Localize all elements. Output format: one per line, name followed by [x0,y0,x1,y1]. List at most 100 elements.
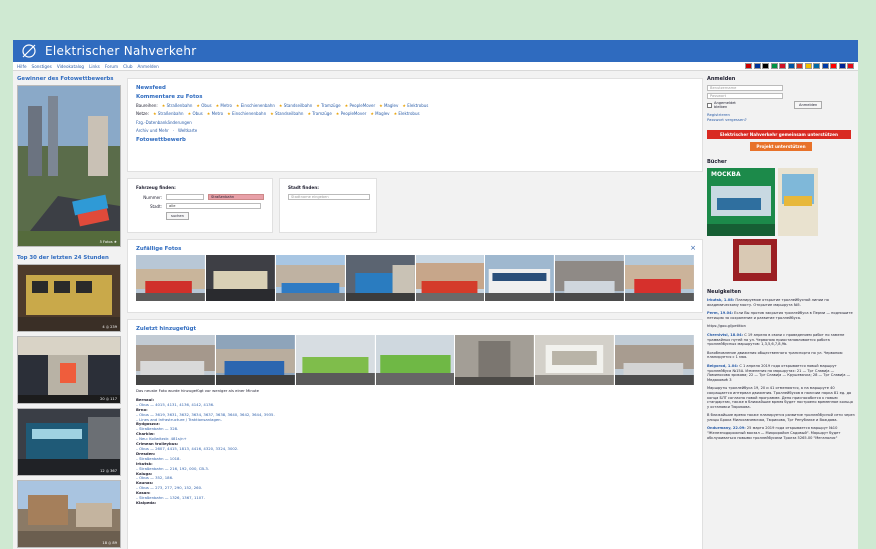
world-map-link[interactable]: Weltkarte [178,128,197,133]
category-link[interactable]: ★ Einschienenbahn [236,103,275,108]
language-flag-icon[interactable] [813,63,820,69]
recent-photo-4[interactable] [375,335,455,385]
vehicle-type-select[interactable]: Straßenbahn [208,194,264,200]
category-link[interactable]: ★ Straßenbahn [162,103,193,108]
random-photo-3[interactable] [275,255,345,301]
photo-contest-link[interactable]: Fotowettbewerb [136,137,694,143]
vehicle-db-changes-link[interactable]: Fzg.-Datenbankänderungen [136,120,192,125]
random-photo-7[interactable] [555,255,625,301]
top-photo-4[interactable]: 18 ◎ 89 [17,480,121,548]
remember-checkbox[interactable] [707,102,712,108]
language-flag-icon[interactable] [821,63,829,69]
vehicle-search-button[interactable]: suchen [166,212,189,220]
category-link[interactable]: ★ Metro [207,111,223,116]
language-flag-icon[interactable] [753,63,761,69]
menu-item-club[interactable]: Club [123,64,132,69]
contest-winner-heading[interactable]: Gewinner des Fotowettbewerbs [17,76,121,82]
menu-item-forum[interactable]: Forum [105,64,118,69]
category-link[interactable]: ★ PeopleMover [336,111,367,116]
language-flag-icon[interactable] [745,63,752,69]
random-photo-2[interactable] [205,255,275,301]
recent-photo-6[interactable] [535,335,615,385]
language-flag-icon[interactable] [770,63,778,69]
recent-photo-7-image [615,335,695,385]
random-photos-heading[interactable]: Zufällige Fotos [136,246,694,252]
random-photo-1[interactable] [136,255,205,301]
language-flag-icon[interactable] [762,63,769,69]
recent-photo-5[interactable] [455,335,535,385]
menu-item-sonstiges[interactable]: Sonstiges [32,64,52,69]
password-input[interactable]: Passwort [707,93,783,99]
category-link[interactable]: ★ Standseilbahn [279,103,312,108]
top-photo-3[interactable]: 12 ◎ 367 [17,408,121,476]
site-title[interactable]: Elektrischer Nahverkehr [45,44,197,58]
category-link[interactable]: ★ Maglev [370,111,389,116]
photo-comments-link[interactable]: Kommentare zu Fotos [136,94,694,100]
support-banner[interactable]: Elektrischer Nahverkehr gemeinsam unters… [707,130,851,139]
language-flag-icon[interactable] [787,63,795,69]
news-item-headline[interactable]: Ondurmany, 22.09: [707,426,746,430]
archive-link[interactable]: Archiv und Mehr [136,128,169,133]
random-photo-4[interactable] [345,255,415,301]
category-link[interactable]: ★ Tramzüge [316,103,340,108]
login-button[interactable]: Anmelden [794,101,823,109]
category-link[interactable]: ★ Obus [188,111,203,116]
language-flag-icon[interactable] [838,63,846,69]
username-input[interactable]: Benutzername [707,85,783,91]
recent-photo-7[interactable] [615,335,695,385]
recent-photo-3[interactable] [295,335,375,385]
recent-photo-3-image [295,335,375,385]
category-link[interactable]: ★ Tramzüge [307,111,331,116]
book-2[interactable] [778,168,818,236]
recent-photo-1[interactable] [136,335,215,385]
random-photo-5[interactable] [415,255,485,301]
book-moscow[interactable]: МОСКВА [707,168,775,236]
city-select[interactable]: alle [166,203,261,209]
newsfeed-box: Newsfeed Kommentare zu Fotos Baureihen: … [127,78,703,172]
language-flag-icon[interactable] [779,63,786,69]
category-link[interactable]: ★ Metro [216,103,232,108]
archive-row: Archiv und Mehr · Weltkarte [136,128,694,133]
news-item-headline[interactable]: Chernivtsi, 18.04: [707,333,743,337]
news-item-headline[interactable]: Perm, 19.04: [707,311,733,315]
recently-added-heading[interactable]: Zuletzt hinzugefügt [136,326,694,332]
contest-winner-photo[interactable]: 5 Fotos ★ [17,85,121,247]
recent-photo-6-image [535,335,615,385]
recent-photo-2[interactable] [215,335,295,385]
random-photo-8[interactable] [625,255,694,301]
language-flag-icon[interactable] [804,63,812,69]
news-item-headline[interactable]: Irkutsk, 1.08: [707,298,734,302]
menu-item-links[interactable]: Links [89,64,100,69]
city-search-input[interactable]: Stadtname eingeben [288,194,370,200]
news-item-headline[interactable]: Belgorod, 1.04: [707,364,738,368]
menu-item-videokatalog[interactable]: Videokatalog [57,64,84,69]
category-link[interactable]: ★ Einschienenbahn [227,111,266,116]
menu-item-hilfe[interactable]: Hilfe [17,64,27,69]
login-heading: Anmelden [707,76,736,82]
category-label: Maglev [383,103,399,108]
category-link[interactable]: ★ Straßenbahn [153,111,184,116]
forgot-password-link[interactable]: Passwort vergessen? [707,117,855,122]
menu-item-anmelden[interactable]: Anmelden [138,64,159,69]
language-flag-icon[interactable] [796,63,803,69]
category-link[interactable]: ★ PeopleMover [345,103,376,108]
book-3[interactable] [733,239,777,281]
category-link[interactable]: ★ Maglev [379,103,398,108]
category-link[interactable]: ★ Elektrobus [402,103,428,108]
close-icon[interactable]: × [690,244,696,252]
top-photo-2[interactable]: 20 ◎ 117 [17,336,121,404]
top-photo-1[interactable]: 4 ◎ 239 [17,264,121,332]
category-link[interactable]: ★ Standseilbahn [270,111,303,116]
top-photo-1-caption: 4 ◎ 239 [102,325,117,329]
category-link[interactable]: ★ Elektrobus [394,111,420,116]
support-project-button[interactable]: Projekt unterstützen [750,142,812,151]
vehicle-number-input[interactable] [166,194,204,200]
random-photo-6[interactable] [485,255,555,301]
category-link[interactable]: ★ Obus [196,103,211,108]
language-flag-icon[interactable] [830,63,837,69]
news-item-body: Возобновление движения общественного тра… [707,350,843,360]
site-logo-icon[interactable] [21,43,37,59]
top-30-heading[interactable]: Top 30 der letzten 24 Stunden [17,255,121,261]
language-flag-icon[interactable] [847,63,854,69]
newsfeed-link[interactable]: Newsfeed [136,85,694,91]
